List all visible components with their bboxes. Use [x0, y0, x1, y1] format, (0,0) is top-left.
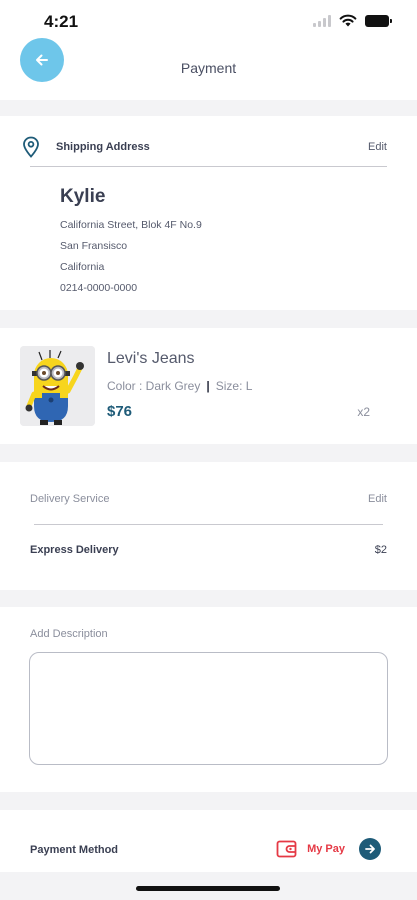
arrow-right-icon[interactable]	[359, 838, 381, 860]
description-input[interactable]	[29, 652, 388, 765]
product-image	[20, 346, 95, 426]
divider	[34, 524, 383, 525]
delivery-card: Delivery Service Edit Express Delivery $…	[0, 462, 417, 590]
payment-method-selector[interactable]: My Pay	[276, 838, 381, 860]
product-name: Levi's Jeans	[107, 350, 195, 367]
payment-method-card: Payment Method My Pay	[0, 810, 417, 872]
description-card: Add Description	[0, 607, 417, 792]
home-indicator[interactable]	[136, 886, 280, 891]
payment-method-name: My Pay	[307, 843, 345, 855]
recipient-name: Kylie	[60, 186, 106, 207]
delivery-option-name: Express Delivery	[30, 544, 119, 556]
page-title: Payment	[180, 60, 237, 76]
delivery-edit-link[interactable]: Edit	[368, 493, 387, 505]
minion-figure-image	[20, 346, 95, 426]
wifi-icon	[339, 14, 357, 27]
delivery-option-price: $2	[374, 544, 387, 556]
shipping-address-card: Shipping Address Edit Kylie California S…	[0, 116, 417, 310]
wallet-icon	[276, 840, 297, 858]
signal-icon	[313, 14, 331, 27]
shipping-edit-link[interactable]: Edit	[368, 141, 387, 153]
shipping-title: Shipping Address	[56, 141, 150, 153]
variant-separator: |	[206, 379, 210, 393]
location-pin-icon	[23, 136, 39, 158]
status-time: 4:21	[44, 12, 79, 31]
address-phone: 0214-0000-0000	[60, 282, 138, 294]
delivery-service-label: Delivery Service	[30, 493, 110, 505]
product-color: Color : Dark Grey	[107, 379, 201, 393]
product-variant: Color : Dark Grey | Size: L	[107, 379, 252, 393]
product-size: Size: L	[215, 379, 253, 393]
product-card: Levi's Jeans Color : Dark Grey | Size: L $…	[0, 328, 417, 444]
address-street: California Street, Blok 4F No.9	[60, 219, 202, 231]
address-state: California	[60, 261, 105, 273]
payment-method-label: Payment Method	[30, 844, 119, 856]
divider	[30, 166, 387, 167]
status-icons	[313, 14, 392, 27]
product-quantity: x2	[357, 405, 370, 419]
shipping-header: Shipping Address Edit	[22, 136, 387, 166]
battery-icon	[365, 14, 392, 27]
status-bar: 4:21	[0, 0, 417, 44]
payment-screen: 4:21 Payment Shipping Address Edit Kylie…	[0, 0, 417, 900]
address-city: San Fransisco	[60, 240, 128, 252]
product-price: $76	[107, 403, 133, 420]
description-label: Add Description	[30, 628, 108, 640]
